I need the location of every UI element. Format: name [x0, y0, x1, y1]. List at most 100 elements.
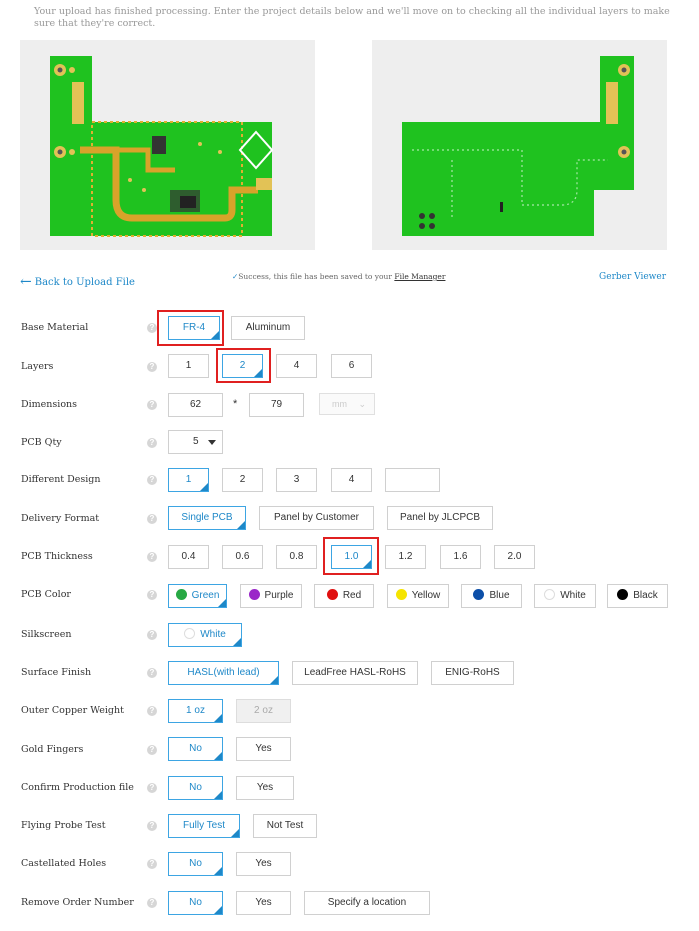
- different-design-3[interactable]: 3: [276, 468, 317, 492]
- remove-order-no[interactable]: No: [168, 891, 223, 915]
- delivery-single-pcb[interactable]: Single PCB: [168, 506, 246, 530]
- gold-fingers-label: Gold Fingers: [21, 744, 84, 755]
- castellated-no[interactable]: No: [168, 852, 223, 876]
- pcb-qty-select[interactable]: 5: [168, 430, 223, 454]
- delivery-format-label: Delivery Format: [21, 513, 100, 524]
- help-icon[interactable]: ?: [147, 898, 157, 908]
- pcb-top-image: [50, 56, 274, 237]
- help-icon[interactable]: ?: [147, 821, 157, 831]
- copper-1oz[interactable]: 1 oz: [168, 699, 223, 723]
- color-green-label: Green: [191, 590, 220, 601]
- confirm-production-yes[interactable]: Yes: [236, 776, 294, 800]
- flying-probe-fully-test[interactable]: Fully Test: [168, 814, 240, 838]
- color-white[interactable]: White: [534, 584, 596, 608]
- back-link-label: Back to Upload File: [34, 277, 135, 288]
- help-icon[interactable]: ?: [147, 745, 157, 755]
- surface-enig[interactable]: ENIG-RoHS: [431, 661, 514, 685]
- chevron-down-icon: ⌄: [358, 399, 366, 409]
- base-material-label: Base Material: [21, 322, 89, 333]
- layers-label: Layers: [21, 361, 54, 372]
- flying-probe-not-test[interactable]: Not Test: [253, 814, 317, 838]
- blue-swatch-icon: [473, 589, 485, 600]
- file-manager-link[interactable]: File Manager: [394, 272, 445, 281]
- success-text: Success, this file has been saved to you…: [238, 272, 392, 281]
- red-swatch-icon: [326, 589, 338, 600]
- silkscreen-label: Silkscreen: [21, 629, 72, 640]
- different-design-1[interactable]: 1: [168, 468, 209, 492]
- remove-order-yes[interactable]: Yes: [236, 891, 291, 915]
- color-red-label: Red: [342, 590, 362, 601]
- pcb-qty-label: PCB Qty: [21, 437, 62, 448]
- surface-hasl-with-lead[interactable]: HASL(with lead): [168, 661, 279, 685]
- help-icon[interactable]: ?: [147, 630, 157, 640]
- yellow-swatch-icon: [395, 589, 407, 600]
- color-blue[interactable]: Blue: [461, 584, 522, 608]
- gerber-viewer-link[interactable]: Gerber Viewer: [599, 272, 666, 282]
- thickness-0-8[interactable]: 0.8: [276, 545, 317, 569]
- thickness-1-0[interactable]: 1.0: [331, 545, 372, 569]
- help-icon[interactable]: ?: [147, 859, 157, 869]
- layers-1[interactable]: 1: [168, 354, 209, 378]
- confirm-production-no[interactable]: No: [168, 776, 223, 800]
- gold-fingers-no[interactable]: No: [168, 737, 223, 761]
- white-swatch-icon: [184, 628, 196, 639]
- layers-6[interactable]: 6: [331, 354, 372, 378]
- color-black[interactable]: Black: [607, 584, 668, 608]
- thickness-1-2[interactable]: 1.2: [385, 545, 426, 569]
- pcb-bottom-image: [402, 56, 634, 236]
- thickness-2-0[interactable]: 2.0: [494, 545, 535, 569]
- color-yellow[interactable]: Yellow: [387, 584, 449, 608]
- gold-fingers-yes[interactable]: Yes: [236, 737, 291, 761]
- silkscreen-white[interactable]: White: [168, 623, 242, 647]
- color-green[interactable]: Green: [168, 584, 227, 608]
- dimension-height-input[interactable]: 79: [249, 393, 304, 417]
- thickness-0-6[interactable]: 0.6: [222, 545, 263, 569]
- base-material-fr4[interactable]: FR-4: [168, 316, 220, 340]
- color-purple[interactable]: Purple: [240, 584, 302, 608]
- delivery-panel-by-jlcpcb[interactable]: Panel by JLCPCB: [387, 506, 493, 530]
- help-icon[interactable]: ?: [147, 590, 157, 600]
- upload-notice: Your upload has finished processing. Ent…: [34, 6, 670, 29]
- color-yellow-label: Yellow: [411, 590, 441, 601]
- silkscreen-white-label: White: [200, 629, 226, 640]
- different-design-custom-input[interactable]: [385, 468, 440, 492]
- help-icon[interactable]: ?: [147, 438, 157, 448]
- help-icon[interactable]: ?: [147, 323, 157, 333]
- pcb-bottom-preview: [372, 40, 667, 250]
- help-icon[interactable]: ?: [147, 514, 157, 524]
- arrow-left-icon: ←: [20, 274, 32, 290]
- help-icon[interactable]: ?: [147, 362, 157, 372]
- back-to-upload-link[interactable]: ← Back to Upload File: [20, 274, 135, 290]
- remove-order-label: Remove Order Number: [21, 897, 134, 908]
- remove-order-specify-location[interactable]: Specify a location: [304, 891, 430, 915]
- different-design-2[interactable]: 2: [222, 468, 263, 492]
- pcb-color-label: PCB Color: [21, 589, 71, 600]
- different-design-4[interactable]: 4: [331, 468, 372, 492]
- copper-2oz: 2 oz: [236, 699, 291, 723]
- caret-down-icon: [208, 440, 216, 445]
- color-blue-label: Blue: [489, 590, 510, 601]
- help-icon[interactable]: ?: [147, 783, 157, 793]
- help-icon[interactable]: ?: [147, 668, 157, 678]
- outer-copper-label: Outer Copper Weight: [21, 705, 124, 716]
- dimension-unit-select[interactable]: mm ⌄: [319, 393, 375, 415]
- help-icon[interactable]: ?: [147, 400, 157, 410]
- castellated-label: Castellated Holes: [21, 858, 107, 869]
- castellated-yes[interactable]: Yes: [236, 852, 291, 876]
- success-message: ✓Success, this file has been saved to yo…: [232, 272, 445, 281]
- help-icon[interactable]: ?: [147, 475, 157, 485]
- delivery-panel-by-customer[interactable]: Panel by Customer: [259, 506, 374, 530]
- help-icon[interactable]: ?: [147, 552, 157, 562]
- pcb-qty-value: 5: [193, 436, 199, 447]
- layers-4[interactable]: 4: [276, 354, 317, 378]
- dimension-width-input[interactable]: 62: [168, 393, 223, 417]
- color-red[interactable]: Red: [314, 584, 374, 608]
- color-black-label: Black: [633, 590, 658, 601]
- help-icon[interactable]: ?: [147, 706, 157, 716]
- dimensions-label: Dimensions: [21, 399, 78, 410]
- layers-2[interactable]: 2: [222, 354, 263, 378]
- surface-leadfree-hasl[interactable]: LeadFree HASL-RoHS: [292, 661, 418, 685]
- thickness-1-6[interactable]: 1.6: [440, 545, 481, 569]
- thickness-0-4[interactable]: 0.4: [168, 545, 209, 569]
- base-material-aluminum[interactable]: Aluminum: [231, 316, 305, 340]
